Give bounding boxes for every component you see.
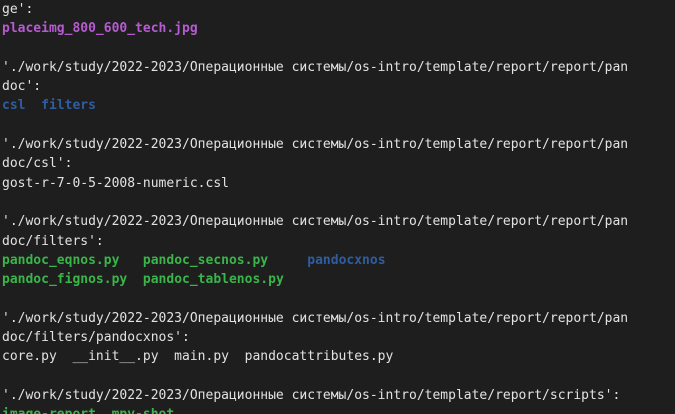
terminal-text: doc/filters/pandocxnos': (2, 330, 190, 346)
terminal-text: './work/study/2022-2023/Операционные сис… (2, 59, 629, 75)
terminal-line: csl filters (2, 96, 675, 115)
terminal-text: './work/study/2022-2023/Операционные сис… (2, 137, 629, 153)
executable-file-name: pandoc_tablenos.py (142, 272, 284, 288)
terminal-text: './work/study/2022-2023/Операционные сис… (2, 387, 621, 403)
terminal-line: ge': (2, 0, 675, 19)
terminal-text: doc': (2, 79, 42, 95)
directory-name: pandocxnos (307, 252, 386, 268)
terminal-line: image-report mpv-shot (2, 405, 675, 414)
directory-name: csl (2, 98, 26, 114)
directory-name: filters (41, 98, 96, 114)
executable-file-name: pandoc_eqnos.py (2, 252, 120, 268)
terminal-text: doc/csl': (2, 156, 73, 172)
terminal-line: pandoc_eqnos.py pandoc_secnos.py pandocx… (2, 251, 675, 270)
terminal-text: doc/filters': (2, 233, 104, 249)
terminal-line: doc': (2, 77, 675, 96)
terminal-line: './work/study/2022-2023/Операционные сис… (2, 135, 675, 154)
terminal-line: './work/study/2022-2023/Операционные сис… (2, 386, 675, 405)
executable-file-name: image-report (2, 407, 96, 414)
terminal-text: gost-r-7-0-5-2008-numeric.csl (2, 175, 229, 191)
terminal-line: gost-r-7-0-5-2008-numeric.csl (2, 174, 675, 193)
terminal-line: './work/study/2022-2023/Операционные сис… (2, 58, 675, 77)
terminal-line: doc/filters/pandocxnos': (2, 328, 675, 347)
executable-file-name: pandoc_fignos.py (2, 272, 128, 288)
terminal-text: './work/study/2022-2023/Операционные сис… (2, 310, 629, 326)
terminal-line: './work/study/2022-2023/Операционные сис… (2, 309, 675, 328)
image-file-name: placeimg_800_600_tech.jpg (2, 21, 198, 37)
terminal-line: './work/study/2022-2023/Операционные сис… (2, 212, 675, 231)
terminal-text: core.py __init__.py main.py pandocattrib… (2, 349, 394, 365)
terminal-text: ge': (2, 2, 34, 17)
terminal-line: doc/filters': (2, 232, 675, 251)
terminal-line: doc/csl': (2, 154, 675, 173)
terminal-text: './work/study/2022-2023/Операционные сис… (2, 214, 629, 230)
terminal-line: core.py __init__.py main.py pandocattrib… (2, 347, 675, 366)
executable-file-name: mpv-shot (112, 407, 175, 414)
terminal-line: placeimg_800_600_tech.jpg (2, 19, 675, 38)
terminal-line: pandoc_fignos.py pandoc_tablenos.py (2, 270, 675, 289)
executable-file-name: pandoc_secnos.py (142, 252, 269, 268)
terminal-output: ge': placeimg_800_600_tech.jpg './work/stu… (2, 0, 675, 414)
